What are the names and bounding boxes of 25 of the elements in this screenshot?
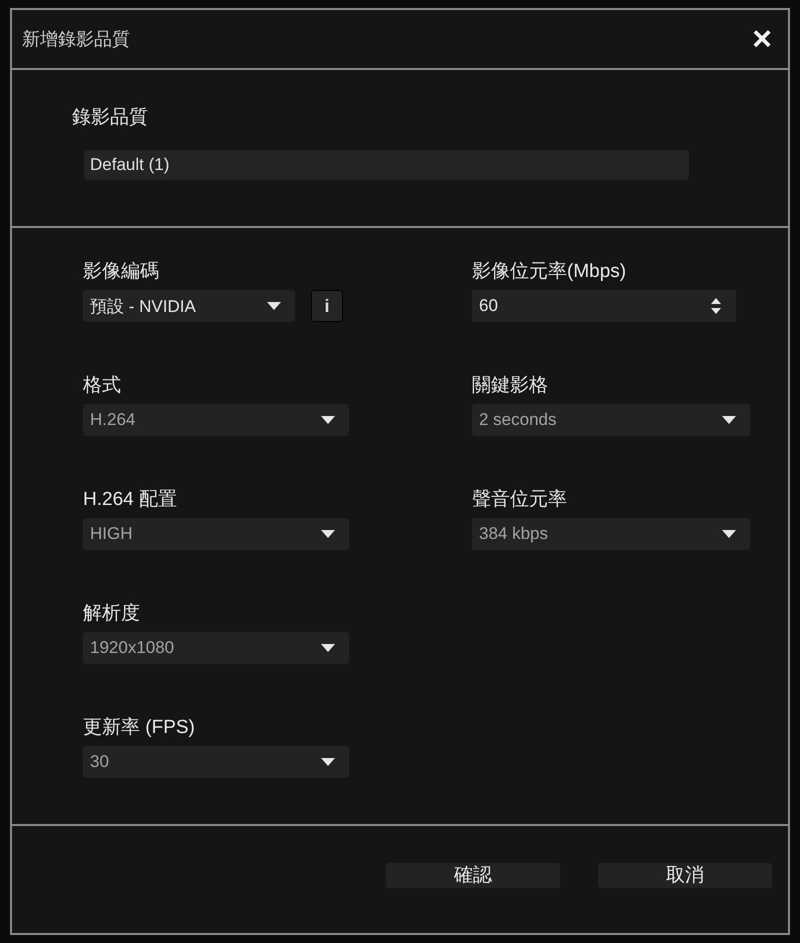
- caret-icon: [267, 302, 281, 310]
- caret-icon: [321, 758, 335, 766]
- caret-icon: [321, 530, 335, 538]
- field-label: 影像編碼: [83, 260, 160, 284]
- field-label: 更新率 (FPS): [83, 716, 196, 740]
- caret-icon: [722, 416, 736, 424]
- field-label: H.264 配置: [83, 488, 178, 512]
- dialog-button[interactable]: 確認: [386, 863, 560, 888]
- name-input-field[interactable]: Default (1): [84, 150, 689, 180]
- close-button[interactable]: ×: [752, 22, 772, 56]
- caret-icon: [722, 530, 736, 538]
- caret-icon: [321, 644, 335, 652]
- stepper-arrows-icon: [710, 297, 722, 315]
- caret-icon: [321, 416, 335, 424]
- window-title: 新增錄影品質: [22, 28, 130, 51]
- number-spinner[interactable]: 60: [472, 290, 736, 322]
- field-label: 錄影品質: [72, 106, 149, 130]
- field-label: 格式: [83, 374, 122, 398]
- field-label: 影像位元率(Mbps): [472, 260, 628, 284]
- field-label: 解析度: [83, 602, 141, 626]
- dropdown[interactable]: 預設 - NVIDIA: [83, 290, 295, 322]
- field-label: 關鍵影格: [472, 374, 549, 398]
- info-button[interactable]: i: [311, 290, 343, 322]
- dialog-button[interactable]: 取消: [598, 863, 772, 888]
- field-label: 聲音位元率: [472, 488, 568, 512]
